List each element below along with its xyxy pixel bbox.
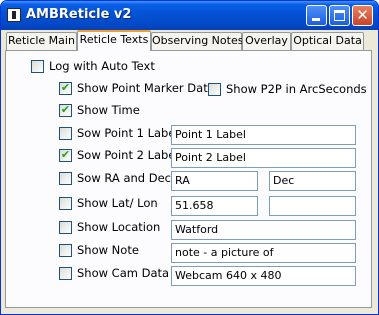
- log-auto-text-checkbox[interactable]: [31, 60, 44, 73]
- cam-data-label: Show Cam Data: [77, 266, 170, 280]
- ra-dec-label: Sow RA and Dec.: [77, 171, 175, 185]
- cam-data-checkbox[interactable]: [59, 267, 72, 280]
- point1-label: Sow Point 1 Label: [77, 126, 179, 140]
- show-point-marker-checkbox[interactable]: ✔: [59, 81, 72, 95]
- location-input[interactable]: Watford: [171, 220, 356, 240]
- point2-input[interactable]: Point 2 Label: [171, 148, 356, 168]
- reticle-texts-panel: Log with Auto Text ✔ Show Point Marker D…: [5, 50, 372, 308]
- show-time-checkbox[interactable]: ✔: [59, 103, 72, 117]
- dec-input[interactable]: Dec: [269, 171, 356, 191]
- ra-input[interactable]: RA: [171, 171, 258, 191]
- app-icon: [7, 8, 21, 22]
- checkmark-icon: ✔: [60, 81, 71, 94]
- show-time-label: Show Time: [77, 103, 140, 117]
- tab-reticle-main[interactable]: Reticle Main: [6, 32, 77, 50]
- close-button[interactable]: ✕: [352, 5, 373, 26]
- lat-lon-label: Show Lat/ Lon: [77, 196, 158, 210]
- show-p2p-checkbox[interactable]: [208, 83, 221, 96]
- location-checkbox[interactable]: [59, 221, 72, 234]
- cam-data-input[interactable]: Webcam 640 x 480: [171, 266, 356, 286]
- close-icon: ✕: [356, 6, 369, 24]
- minimize-button[interactable]: [306, 5, 327, 26]
- location-label: Show Location: [77, 220, 161, 234]
- window-title: AMBReticle v2: [26, 7, 132, 22]
- point1-checkbox[interactable]: [59, 127, 72, 140]
- note-label: Show Note: [77, 243, 139, 257]
- show-point-marker-label: Show Point Marker Data: [77, 81, 215, 95]
- point2-label: Sow Point 2 Label: [77, 148, 179, 162]
- tab-reticle-texts[interactable]: Reticle Texts: [77, 30, 151, 51]
- tab-overlay[interactable]: Overlay: [242, 32, 291, 50]
- lat-lon-checkbox[interactable]: [59, 197, 72, 210]
- tab-strip: Reticle Main Reticle Texts Observing Not…: [5, 30, 374, 51]
- maximize-icon: [334, 10, 345, 21]
- tab-observing-notes[interactable]: Observing Notes: [151, 32, 243, 50]
- log-auto-text-label: Log with Auto Text: [49, 59, 155, 73]
- show-p2p-label: Show P2P in ArcSeconds: [226, 82, 367, 96]
- checkmark-icon: ✔: [60, 103, 71, 116]
- maximize-button[interactable]: [329, 5, 350, 26]
- ra-dec-checkbox[interactable]: [59, 172, 72, 185]
- point2-checkbox[interactable]: ✔: [59, 148, 72, 162]
- minimize-icon: [312, 18, 320, 21]
- lat-input[interactable]: 51.658: [171, 196, 258, 216]
- point1-input[interactable]: Point 1 Label: [171, 125, 356, 145]
- tab-optical-data[interactable]: Optical Data: [291, 32, 364, 50]
- checkmark-icon: ✔: [60, 148, 71, 161]
- app-window: AMBReticle v2 ✕ Reticle Main Reticle Tex…: [0, 0, 379, 315]
- note-checkbox[interactable]: [59, 244, 72, 257]
- note-input[interactable]: note - a picture of: [171, 243, 356, 263]
- title-bar[interactable]: AMBReticle v2 ✕: [1, 1, 378, 30]
- lon-input[interactable]: [269, 196, 356, 216]
